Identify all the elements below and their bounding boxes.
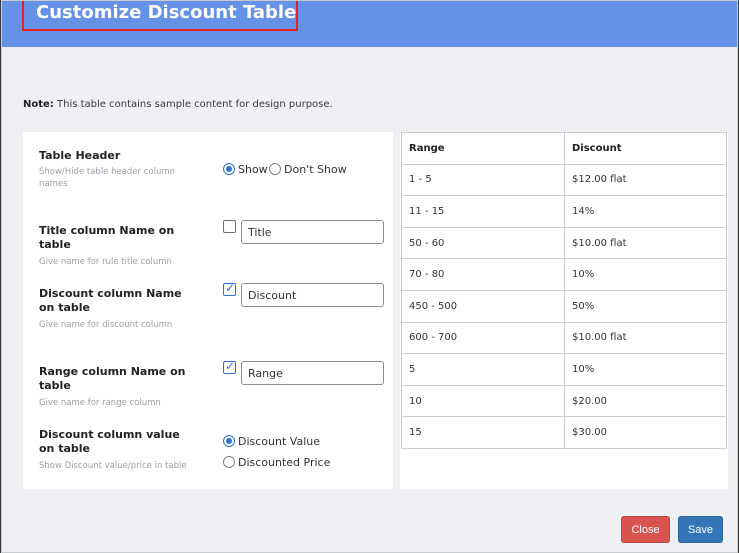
radio-discounted-price-label: Discounted Price xyxy=(238,456,331,469)
table-row: 1 - 5 $12.00 flat xyxy=(401,163,727,197)
radio-dont-show[interactable]: Don't Show xyxy=(269,163,347,176)
range-cell: 600 - 700 xyxy=(401,321,565,355)
table-row: 450 - 500 50% xyxy=(401,289,727,323)
range-column-input[interactable] xyxy=(241,361,384,385)
radio-show-label: Show xyxy=(238,163,268,176)
range-column-checkbox[interactable] xyxy=(223,359,236,374)
discount-cell: 14% xyxy=(564,195,727,228)
settings-panel: Table Header Show/Hide table header colu… xyxy=(23,132,393,489)
note-text: This table contains sample content for d… xyxy=(53,99,333,110)
setting-help: Show Discount value/price in table xyxy=(39,461,187,471)
radio-discount-value[interactable]: Discount Value xyxy=(223,435,320,448)
setting-help: Give name for discount column xyxy=(39,320,173,330)
discount-column-input[interactable] xyxy=(241,283,384,307)
setting-help: Give name for rule title column xyxy=(39,257,172,267)
table-row: 11 - 15 14% xyxy=(401,195,727,228)
range-cell: 15 xyxy=(401,416,565,449)
setting-label: Discount column Name on table xyxy=(39,287,182,314)
design-note: Note: This table contains sample content… xyxy=(23,99,333,110)
discount-table-preview: Range Discount 1 - 5 $12.00 flat 11 - 15 1… xyxy=(400,132,728,489)
discount-cell: 10% xyxy=(564,258,727,291)
title-column-checkbox[interactable] xyxy=(223,220,236,233)
customize-discount-table-modal: Customize Discount Table Note: This tabl… xyxy=(1,0,738,553)
range-cell: 1 - 5 xyxy=(401,163,565,197)
table-row: 50 - 60 $10.00 flat xyxy=(401,226,727,260)
range-cell: 450 - 500 xyxy=(401,289,565,323)
table-row: 5 10% xyxy=(401,353,727,386)
setting-range-column: Range column Name on table Give name for… xyxy=(39,365,209,409)
setting-label: Discount column value on table xyxy=(39,428,180,455)
discount-cell: $30.00 xyxy=(564,416,727,449)
discount-column-checkbox[interactable] xyxy=(223,281,236,296)
setting-label: Title column Name on table xyxy=(39,224,175,251)
note-label: Note: xyxy=(23,99,54,110)
range-cell: 5 xyxy=(401,353,565,386)
discount-cell: $10.00 flat xyxy=(564,321,727,355)
setting-discount-value: Discount column value on table Show Disc… xyxy=(39,428,209,472)
radio-discount-value-label: Discount Value xyxy=(238,435,320,448)
radio-discount-value-indicator[interactable] xyxy=(223,435,235,447)
discount-cell: 10% xyxy=(564,353,727,386)
radio-show-indicator[interactable] xyxy=(223,163,235,175)
modal-title: Customize Discount Table xyxy=(36,2,297,23)
discount-cell: $10.00 flat xyxy=(564,226,727,260)
setting-help: Show/Hide table header column names xyxy=(39,167,176,189)
modal-header: Customize Discount Table xyxy=(2,1,737,47)
setting-label: Range column Name on table xyxy=(39,365,186,392)
range-cell: 10 xyxy=(401,384,565,418)
table-row: 600 - 700 $10.00 flat xyxy=(401,321,727,355)
save-button[interactable]: Save xyxy=(678,516,723,543)
setting-help: Give name for range column xyxy=(39,398,161,408)
discount-cell: $20.00 xyxy=(564,384,727,418)
discount-cell: 50% xyxy=(564,289,727,323)
radio-dont-show-label: Don't Show xyxy=(284,163,347,176)
table-row: 70 - 80 10% xyxy=(401,258,727,291)
radio-discounted-price-indicator[interactable] xyxy=(223,456,235,468)
setting-label: Table Header xyxy=(39,149,121,162)
discount-cell: $12.00 flat xyxy=(564,163,727,197)
radio-discounted-price[interactable]: Discounted Price xyxy=(223,456,330,469)
table-row: 15 $30.00 xyxy=(401,416,727,449)
radio-show[interactable]: Show xyxy=(223,163,268,176)
title-column-input[interactable] xyxy=(241,220,384,244)
close-button[interactable]: Close xyxy=(621,516,670,543)
range-cell: 50 - 60 xyxy=(401,226,565,260)
setting-title-column: Title column Name on table Give name for… xyxy=(39,224,209,268)
discount-table: Range Discount 1 - 5 $12.00 flat 11 - 15 1… xyxy=(401,132,727,449)
setting-discount-column: Discount column Name on table Give name … xyxy=(39,287,199,331)
setting-table-header: Table Header Show/Hide table header colu… xyxy=(39,149,199,190)
header-range: Range xyxy=(401,132,565,165)
table-header-row: Range Discount xyxy=(401,132,727,165)
radio-dont-show-indicator[interactable] xyxy=(269,163,281,175)
table-row: 10 $20.00 xyxy=(401,384,727,418)
range-cell: 70 - 80 xyxy=(401,258,565,291)
header-discount: Discount xyxy=(564,132,727,165)
range-cell: 11 - 15 xyxy=(401,195,565,228)
